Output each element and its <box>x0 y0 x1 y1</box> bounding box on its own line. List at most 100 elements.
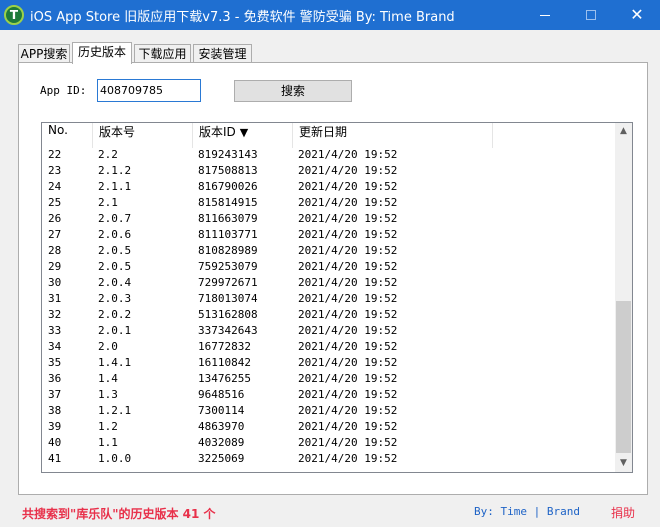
vertical-scrollbar[interactable]: ▲ ▼ <box>615 123 632 472</box>
cell-update-date: 2021/4/20 19:52 <box>298 388 398 401</box>
cell-update-date: 2021/4/20 19:52 <box>298 420 398 433</box>
cell-no: 28 <box>48 244 62 257</box>
cell-version-id: 811663079 <box>198 212 258 225</box>
table-row[interactable]: 22 2.2 819243143 2021/4/20 19:52 <box>42 148 615 164</box>
cell-version: 2.2 <box>98 148 118 161</box>
versions-list[interactable]: No. 版本号 版本ID ▼ 更新日期 22 2.2 819243143 2021/4/… <box>41 122 633 473</box>
table-row[interactable]: 41 1.0.0 3225069 2021/4/20 19:52 <box>42 452 615 468</box>
cell-version-id: 4032089 <box>198 436 245 449</box>
author-link[interactable]: By: Time | Brand <box>474 505 580 518</box>
cell-version: 1.2 <box>98 420 118 433</box>
table-row[interactable]: 31 2.0.3 718013074 2021/4/20 19:52 <box>42 292 615 308</box>
cell-version: 1.2.1 <box>98 404 132 417</box>
cell-version-id: 819243143 <box>198 148 258 161</box>
cell-version-id: 810828989 <box>198 244 258 257</box>
table-row[interactable]: 23 2.1.2 817508813 2021/4/20 19:52 <box>42 164 615 180</box>
app-id-input[interactable] <box>97 79 201 102</box>
cell-update-date: 2021/4/20 19:52 <box>298 180 398 193</box>
cell-update-date: 2021/4/20 19:52 <box>298 292 398 305</box>
cell-version-id: 3225069 <box>198 452 245 465</box>
cell-update-date: 2021/4/20 19:52 <box>298 308 398 321</box>
table-row[interactable]: 37 1.3 9648516 2021/4/20 19:52 <box>42 388 615 404</box>
table-row[interactable]: 24 2.1.1 816790026 2021/4/20 19:52 <box>42 180 615 196</box>
cell-version: 1.4 <box>98 372 118 385</box>
window-title: iOS App Store 旧版应用下载v7.3 - 免费软件 警防受骗 By:… <box>30 10 455 25</box>
cell-update-date: 2021/4/20 19:52 <box>298 324 398 337</box>
app-id-label: App ID: <box>40 84 87 97</box>
list-body: 22 2.2 819243143 2021/4/20 19:52 23 2.1.2 8175… <box>42 148 615 468</box>
table-row[interactable]: 27 2.0.6 811103771 2021/4/20 19:52 <box>42 228 615 244</box>
cell-version: 2.0.5 <box>98 260 132 273</box>
column-header-version-id-label: 版本ID <box>199 125 236 139</box>
cell-no: 35 <box>48 356 62 369</box>
cell-no: 27 <box>48 228 62 241</box>
table-row[interactable]: 33 2.0.1 337342643 2021/4/20 19:52 <box>42 324 615 340</box>
table-row[interactable]: 35 1.4.1 16110842 2021/4/20 19:52 <box>42 356 615 372</box>
column-header-version[interactable]: 版本号 <box>93 123 193 148</box>
tab-history-versions[interactable]: 历史版本 <box>72 42 132 64</box>
cell-version-id: 815814915 <box>198 196 258 209</box>
scroll-down-icon[interactable]: ▼ <box>615 455 632 472</box>
cell-version-id: 9648516 <box>198 388 245 401</box>
cell-update-date: 2021/4/20 19:52 <box>298 452 398 465</box>
table-row[interactable]: 32 2.0.2 513162808 2021/4/20 19:52 <box>42 308 615 324</box>
cell-version-id: 816790026 <box>198 180 258 193</box>
cell-version: 2.0 <box>98 340 118 353</box>
cell-version-id: 718013074 <box>198 292 258 305</box>
cell-update-date: 2021/4/20 19:52 <box>298 260 398 273</box>
column-header-no[interactable]: No. <box>42 123 93 148</box>
maximize-icon <box>586 10 596 20</box>
cell-update-date: 2021/4/20 19:52 <box>298 372 398 385</box>
cell-no: 40 <box>48 436 62 449</box>
cell-version: 2.0.1 <box>98 324 132 337</box>
table-row[interactable]: 28 2.0.5 810828989 2021/4/20 19:52 <box>42 244 615 260</box>
cell-version: 1.4.1 <box>98 356 132 369</box>
result-count-status: 共搜索到"库乐队"的历史版本 41 个 <box>22 507 216 521</box>
cell-version-id: 729972671 <box>198 276 258 289</box>
column-header-update-date[interactable]: 更新日期 <box>293 123 493 148</box>
cell-update-date: 2021/4/20 19:52 <box>298 148 398 161</box>
sort-descending-icon: ▼ <box>239 126 249 139</box>
cell-no: 34 <box>48 340 62 353</box>
cell-version-id: 13476255 <box>198 372 251 385</box>
donate-link[interactable]: 捐助 <box>611 504 635 521</box>
table-row[interactable]: 38 1.2.1 7300114 2021/4/20 19:52 <box>42 404 615 420</box>
cell-version-id: 759253079 <box>198 260 258 273</box>
table-row[interactable]: 30 2.0.4 729972671 2021/4/20 19:52 <box>42 276 615 292</box>
cell-no: 25 <box>48 196 62 209</box>
tab-app-search[interactable]: APP搜索 <box>18 44 70 63</box>
tab-download-app[interactable]: 下载应用 <box>134 44 191 63</box>
cell-no: 26 <box>48 212 62 225</box>
cell-version-id: 4863970 <box>198 420 245 433</box>
table-row[interactable]: 36 1.4 13476255 2021/4/20 19:52 <box>42 372 615 388</box>
cell-update-date: 2021/4/20 19:52 <box>298 340 398 353</box>
cell-version: 2.0.7 <box>98 212 132 225</box>
table-row[interactable]: 34 2.0 16772832 2021/4/20 19:52 <box>42 340 615 356</box>
table-row[interactable]: 25 2.1 815814915 2021/4/20 19:52 <box>42 196 615 212</box>
cell-update-date: 2021/4/20 19:52 <box>298 404 398 417</box>
search-button[interactable]: 搜索 <box>234 80 352 102</box>
minimize-icon <box>540 15 550 16</box>
cell-no: 29 <box>48 260 62 273</box>
column-header-version-id[interactable]: 版本ID ▼ <box>193 123 293 148</box>
table-row[interactable]: 40 1.1 4032089 2021/4/20 19:52 <box>42 436 615 452</box>
maximize-button[interactable] <box>568 0 614 30</box>
scroll-thumb[interactable] <box>616 301 631 453</box>
cell-version-id: 16110842 <box>198 356 251 369</box>
table-row[interactable]: 26 2.0.7 811663079 2021/4/20 19:52 <box>42 212 615 228</box>
table-row[interactable]: 39 1.2 4863970 2021/4/20 19:52 <box>42 420 615 436</box>
title-bar: T iOS App Store 旧版应用下载v7.3 - 免费软件 警防受骗 B… <box>0 0 660 30</box>
minimize-button[interactable] <box>522 0 568 30</box>
table-row[interactable]: 29 2.0.5 759253079 2021/4/20 19:52 <box>42 260 615 276</box>
cell-version: 2.0.5 <box>98 244 132 257</box>
app-logo-icon: T <box>4 5 24 25</box>
scroll-up-icon[interactable]: ▲ <box>615 123 632 140</box>
cell-no: 39 <box>48 420 62 433</box>
close-button[interactable]: ✕ <box>614 0 660 30</box>
tab-install-manager[interactable]: 安装管理 <box>193 44 252 63</box>
cell-version-id: 337342643 <box>198 324 258 337</box>
cell-update-date: 2021/4/20 19:52 <box>298 436 398 449</box>
cell-no: 32 <box>48 308 62 321</box>
cell-version: 2.0.4 <box>98 276 132 289</box>
cell-no: 30 <box>48 276 62 289</box>
